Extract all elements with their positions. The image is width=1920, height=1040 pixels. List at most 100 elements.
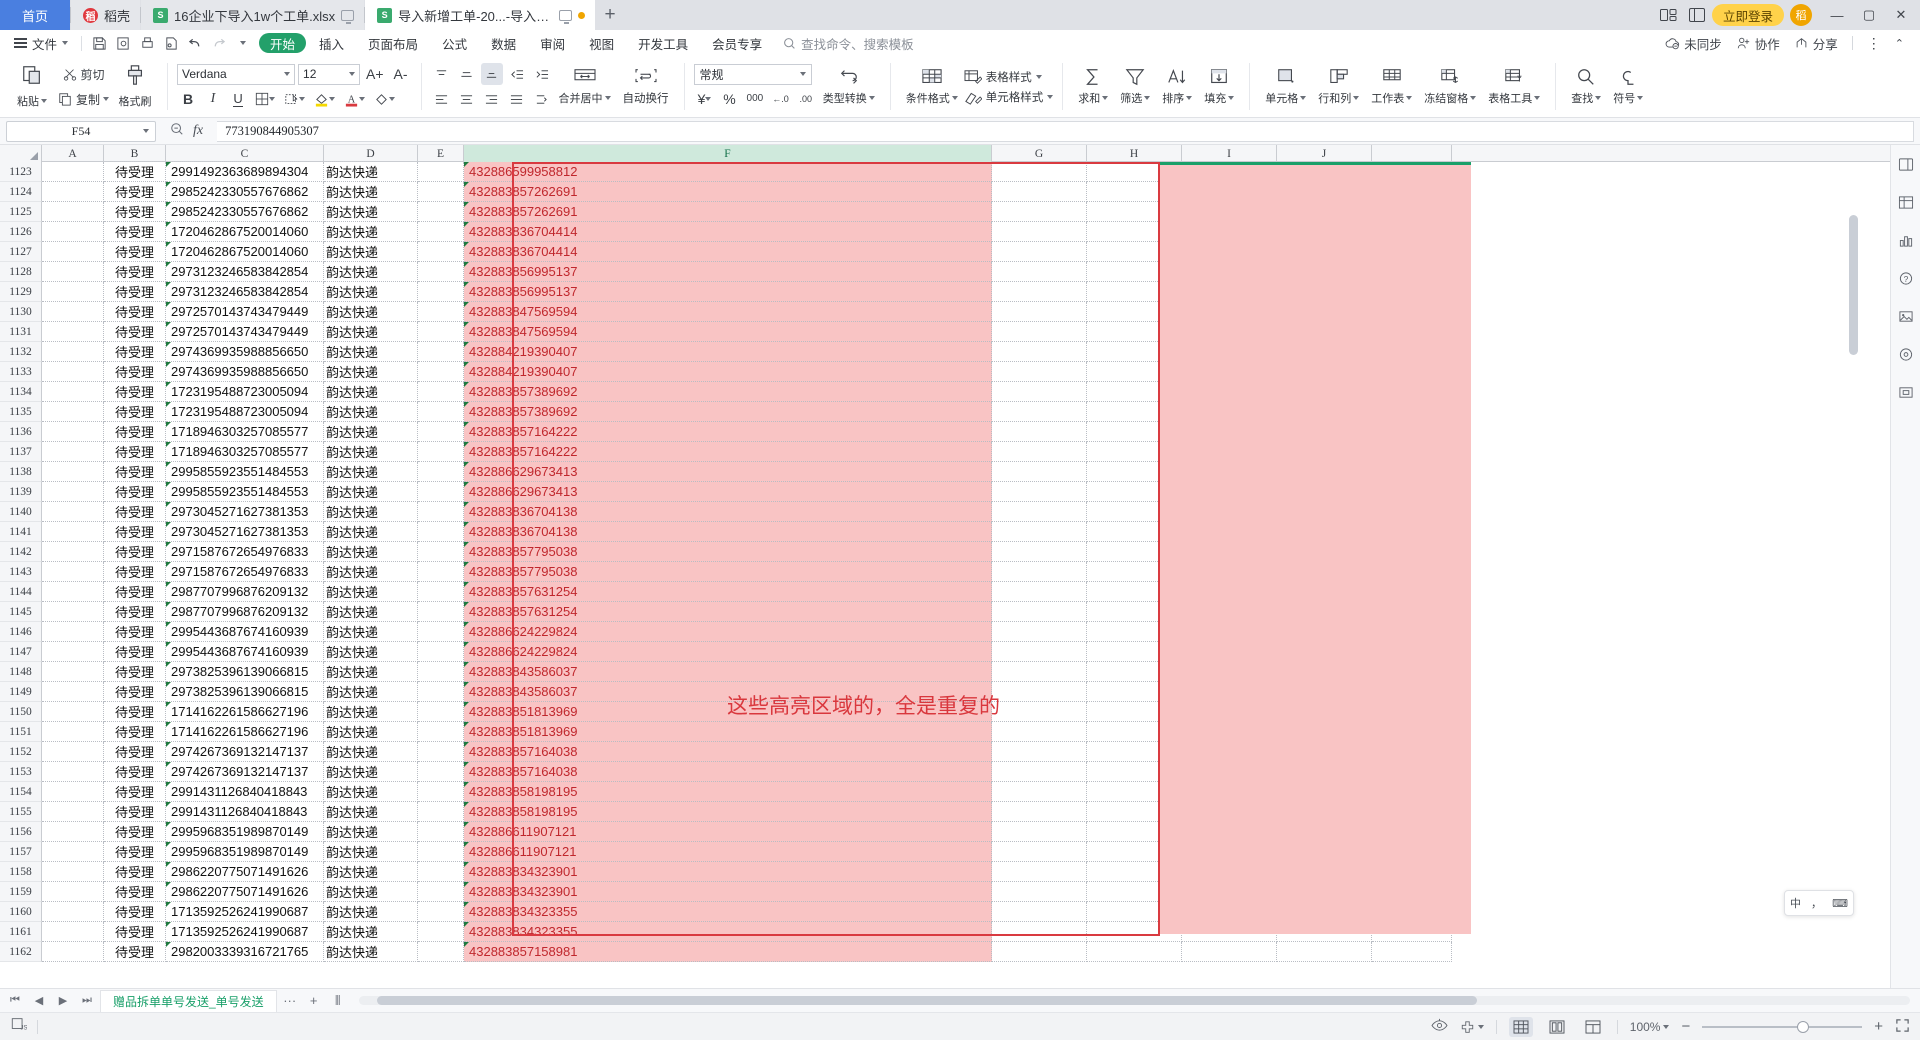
cell-b[interactable]: 待受理 [104, 862, 166, 882]
zoom-slider-knob[interactable] [1797, 1020, 1810, 1033]
table-row[interactable]: 1134 待受理 1723195488723005094 韵达快递 4328838573… [0, 382, 1890, 402]
cell-f[interactable]: 432883857262691 [464, 202, 992, 222]
cell-i[interactable] [1182, 862, 1277, 882]
cell-a[interactable] [42, 642, 104, 662]
table-row[interactable]: 1145 待受理 2987707996876209132 韵达快递 4328838576… [0, 602, 1890, 622]
normal-view-button[interactable] [1508, 1016, 1533, 1037]
document-tab-dove[interactable]: 稻 稻壳 [71, 0, 141, 30]
cell-h[interactable] [1087, 362, 1182, 382]
cell-a[interactable] [42, 682, 104, 702]
cell-f[interactable]: 432883834323355 [464, 922, 992, 942]
merge-center-button[interactable]: 合并居中 [553, 58, 617, 115]
table-row[interactable]: 1144 待受理 2987707996876209132 韵达快递 4328838576… [0, 582, 1890, 602]
cell-e[interactable] [418, 262, 464, 282]
worksheet-button[interactable]: 工作表 [1365, 58, 1418, 115]
cell-h[interactable] [1087, 462, 1182, 482]
tab-start[interactable]: 开始 [259, 33, 307, 53]
cell-i[interactable] [1182, 402, 1277, 422]
home-tab[interactable]: 首页 [0, 0, 70, 30]
cell-extra[interactable] [1372, 902, 1452, 922]
cell-b[interactable]: 待受理 [104, 622, 166, 642]
cell-h[interactable] [1087, 162, 1182, 182]
cell-c[interactable]: 2971587672654976833 [166, 562, 324, 582]
row-header[interactable]: 1137 [0, 442, 42, 462]
cell-j[interactable] [1277, 542, 1372, 562]
cell-i[interactable] [1182, 382, 1277, 402]
cell-b[interactable]: 待受理 [104, 502, 166, 522]
cell-extra[interactable] [1372, 222, 1452, 242]
conditional-format-button[interactable]: 条件格式 [900, 58, 964, 115]
cell-g[interactable] [992, 422, 1087, 442]
cell-e[interactable] [418, 722, 464, 742]
cell-extra[interactable] [1372, 362, 1452, 382]
freeze-panes-button[interactable]: 冻结窗格 [1418, 58, 1482, 115]
cell-g[interactable] [992, 862, 1087, 882]
cell-b[interactable]: 待受理 [104, 222, 166, 242]
cell-d[interactable]: 韵达快递 [324, 522, 418, 542]
cell-f[interactable]: 432883856995137 [464, 282, 992, 302]
pinyin-button[interactable] [281, 88, 308, 110]
cell-d[interactable]: 韵达快递 [324, 242, 418, 262]
tab-developer[interactable]: 开发工具 [627, 33, 699, 53]
cell-h[interactable] [1087, 642, 1182, 662]
cell-a[interactable] [42, 782, 104, 802]
cell-i[interactable] [1182, 602, 1277, 622]
cell-g[interactable] [992, 722, 1087, 742]
cell-g[interactable] [992, 922, 1087, 942]
cell-e[interactable] [418, 162, 464, 182]
decrease-indent-button[interactable] [506, 63, 528, 85]
column-header-e[interactable]: E [418, 145, 464, 162]
cell-g[interactable] [992, 402, 1087, 422]
redo-icon[interactable] [207, 32, 231, 54]
zoom-in-button[interactable]: + [1874, 1018, 1883, 1035]
cell-extra[interactable] [1372, 182, 1452, 202]
cell-b[interactable]: 待受理 [104, 282, 166, 302]
cell-g[interactable] [992, 182, 1087, 202]
close-button[interactable]: ✕ [1886, 1, 1916, 29]
cell-extra[interactable] [1372, 502, 1452, 522]
cell-extra[interactable] [1372, 762, 1452, 782]
cell-h[interactable] [1087, 822, 1182, 842]
cell-h[interactable] [1087, 542, 1182, 562]
cell-d[interactable]: 韵达快递 [324, 862, 418, 882]
cell-d[interactable]: 韵达快递 [324, 462, 418, 482]
cell-a[interactable] [42, 182, 104, 202]
cell-c[interactable]: 2991431126840418843 [166, 782, 324, 802]
cell-c[interactable]: 2973045271627381353 [166, 522, 324, 542]
cell-a[interactable] [42, 282, 104, 302]
cell-b[interactable]: 待受理 [104, 702, 166, 722]
cell-extra[interactable] [1372, 522, 1452, 542]
page-break-button[interactable] [1581, 1017, 1605, 1037]
cell-g[interactable] [992, 742, 1087, 762]
cell-j[interactable] [1277, 422, 1372, 442]
cell-f[interactable]: 432883843586037 [464, 662, 992, 682]
row-header[interactable]: 1129 [0, 282, 42, 302]
cell-g[interactable] [992, 682, 1087, 702]
table-row[interactable]: 1140 待受理 2973045271627381353 韵达快递 4328838367… [0, 502, 1890, 522]
row-header[interactable]: 1140 [0, 502, 42, 522]
cell-c[interactable]: 2995443687674160939 [166, 642, 324, 662]
column-header-b[interactable]: B [104, 145, 166, 162]
percent-format-button[interactable]: % [719, 88, 741, 110]
more-vertical-icon[interactable]: ⋮ [1867, 36, 1881, 50]
cell-i[interactable] [1182, 822, 1277, 842]
cell-i[interactable] [1182, 422, 1277, 442]
cell-j[interactable] [1277, 502, 1372, 522]
cell-a[interactable] [42, 482, 104, 502]
table-style-button[interactable]: 表格样式 [964, 69, 1054, 85]
increase-decimal-button[interactable]: .00 [795, 88, 817, 110]
cell-h[interactable] [1087, 622, 1182, 642]
cell-extra[interactable] [1372, 382, 1452, 402]
cell-c[interactable]: 1723195488723005094 [166, 382, 324, 402]
cell-h[interactable] [1087, 742, 1182, 762]
cell-g[interactable] [992, 482, 1087, 502]
cell-h[interactable] [1087, 482, 1182, 502]
cell-a[interactable] [42, 302, 104, 322]
cell-h[interactable] [1087, 382, 1182, 402]
cell-e[interactable] [418, 322, 464, 342]
cell-h[interactable] [1087, 422, 1182, 442]
cell-extra[interactable] [1372, 402, 1452, 422]
cell-c[interactable]: 2995443687674160939 [166, 622, 324, 642]
cell-b[interactable]: 待受理 [104, 762, 166, 782]
cell-g[interactable] [992, 582, 1087, 602]
